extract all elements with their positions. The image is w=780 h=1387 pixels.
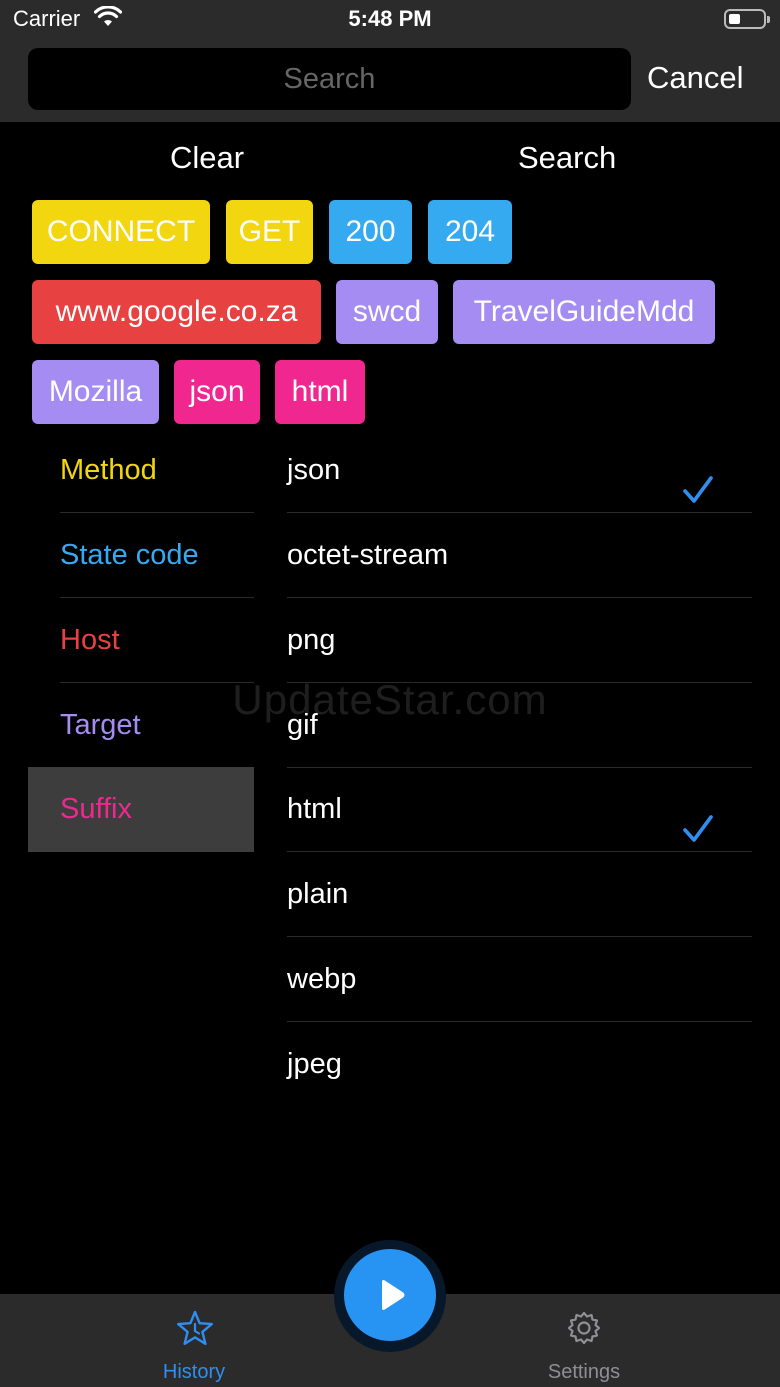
value-label: webp — [287, 963, 357, 995]
value-item-gif[interactable]: gif — [287, 683, 752, 768]
chip-travelguide[interactable]: TravelGuideMdd — [453, 280, 715, 344]
value-item-png[interactable]: png — [287, 598, 752, 683]
play-icon — [382, 1280, 405, 1310]
category-method[interactable]: Method — [60, 428, 254, 513]
chip-host[interactable]: www.google.co.za — [32, 280, 321, 344]
chip-200[interactable]: 200 — [329, 200, 412, 264]
value-label: png — [287, 624, 336, 656]
chip-label: html — [291, 375, 349, 408]
value-label: json — [287, 454, 341, 486]
chip-label: swcd — [352, 295, 422, 328]
chip-label: TravelGuideMdd — [473, 295, 695, 328]
search-input[interactable] — [28, 48, 631, 110]
filter-actions: Clear Search — [0, 140, 780, 180]
chip-label: json — [189, 375, 245, 408]
tab-history[interactable]: History — [94, 1294, 294, 1387]
chip-204[interactable]: 204 — [428, 200, 512, 264]
chip-json[interactable]: json — [174, 360, 260, 424]
value-item-jpeg[interactable]: jpeg — [287, 1022, 752, 1107]
chip-mozilla[interactable]: Mozilla — [32, 360, 159, 424]
category-host[interactable]: Host — [60, 598, 254, 683]
value-label: jpeg — [287, 1048, 342, 1080]
clear-button[interactable]: Clear — [170, 140, 244, 176]
value-label: plain — [287, 878, 349, 910]
chip-label: www.google.co.za — [55, 295, 298, 328]
tab-history-label: History — [162, 1361, 226, 1383]
clock: 5:48 PM — [348, 6, 432, 31]
chip-connect[interactable]: CONNECT — [32, 200, 210, 264]
chip-swcd[interactable]: swcd — [336, 280, 438, 344]
category-target[interactable]: Target — [60, 683, 254, 768]
tab-settings[interactable]: Settings — [484, 1294, 684, 1387]
value-item-octet-stream[interactable]: octet-stream — [287, 513, 752, 598]
search-bar: Cancel — [0, 40, 780, 122]
value-label: gif — [287, 709, 318, 741]
status-bar: Carrier 5:48 PM — [0, 0, 780, 40]
value-label: octet-stream — [287, 539, 449, 571]
tab-settings-label: Settings — [547, 1361, 621, 1383]
value-item-json[interactable]: json — [287, 428, 752, 513]
chip-label: Mozilla — [48, 375, 143, 408]
value-label: html — [287, 793, 342, 825]
value-item-html[interactable]: html — [287, 767, 752, 852]
cancel-button[interactable]: Cancel — [647, 60, 744, 96]
play-button[interactable] — [344, 1249, 436, 1341]
chip-get[interactable]: GET — [226, 200, 313, 264]
gear-icon — [566, 1310, 602, 1351]
chip-label: 204 — [444, 215, 496, 248]
chip-label: 200 — [345, 215, 396, 248]
category-suffix[interactable]: Suffix — [28, 767, 254, 852]
category-state-code[interactable]: State code — [60, 513, 254, 598]
search-button[interactable]: Search — [518, 140, 616, 176]
star-icon — [176, 1310, 214, 1351]
battery-icon — [724, 9, 770, 29]
value-item-webp[interactable]: webp — [287, 937, 752, 1022]
value-item-plain[interactable]: plain — [287, 852, 752, 937]
chip-html[interactable]: html — [275, 360, 365, 424]
chip-label: GET — [238, 215, 301, 248]
chip-label: CONNECT — [46, 215, 196, 248]
